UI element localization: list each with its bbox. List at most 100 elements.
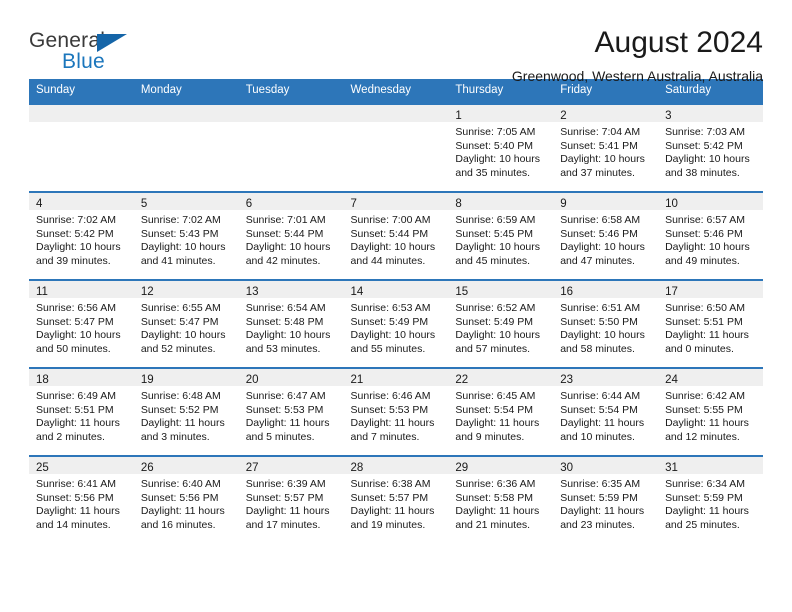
- day-cell-content[interactable]: 13 Sunrise: 6:54 AM Sunset: 5:48 PM Dayligh…: [238, 281, 344, 367]
- day-cell-content[interactable]: 7 Sunrise: 7:00 AM Sunset: 5:44 PM Daylight…: [343, 193, 449, 279]
- daylight-text-line1: Daylight: 10 hours: [140, 241, 226, 254]
- day-number-band: [29, 105, 134, 122]
- day-cell-content[interactable]: 23 Sunrise: 6:44 AM Sunset: 5:54 PM Dayligh…: [553, 369, 659, 455]
- day-cell-content[interactable]: 22 Sunrise: 6:45 AM Sunset: 5:54 PM Dayligh…: [448, 369, 554, 455]
- sunrise-text: Sunrise: 6:56 AM: [36, 302, 116, 314]
- sunrise-text: Sunrise: 6:53 AM: [350, 302, 431, 314]
- daylight-text-line2: and 35 minutes.: [455, 166, 531, 179]
- sunrise-text: Sunrise: 7:01 AM: [245, 214, 326, 226]
- day-cell-content[interactable]: 31 Sunrise: 6:34 AM Sunset: 5:59 PM Dayligh…: [658, 457, 763, 544]
- day-cell-content[interactable]: 29 Sunrise: 6:36 AM Sunset: 5:58 PM Dayligh…: [448, 457, 554, 544]
- daylight-text-line2: and 49 minutes.: [665, 254, 740, 267]
- day-number: 24: [665, 374, 678, 386]
- day-number: 18: [36, 374, 49, 386]
- sunset-text: Sunset: 5:49 PM: [455, 315, 534, 328]
- sunrise-text: Sunrise: 6:38 AM: [350, 478, 431, 490]
- calendar-day-cell: 2 Sunrise: 7:04 AM Sunset: 5:41 PM Daylight…: [553, 103, 659, 192]
- day-details: Sunrise: 6:50 AM Sunset: 5:51 PM Daylight:…: [658, 298, 763, 356]
- sunrise-text: Sunrise: 7:04 AM: [560, 126, 641, 138]
- day-cell-content[interactable]: 3 Sunrise: 7:03 AM Sunset: 5:42 PM Daylight…: [658, 105, 763, 191]
- day-cell-content[interactable]: 9 Sunrise: 6:58 AM Sunset: 5:46 PM Daylight…: [553, 193, 659, 279]
- calendar-day-cell: 7 Sunrise: 7:00 AM Sunset: 5:44 PM Daylight…: [343, 191, 449, 280]
- day-cell-content[interactable]: 8 Sunrise: 6:59 AM Sunset: 5:45 PM Daylight…: [448, 193, 554, 279]
- daylight-text-line1: Daylight: 11 hours: [455, 417, 540, 430]
- day-number: 30: [560, 462, 574, 474]
- daylight-text-line1: Daylight: 11 hours: [245, 417, 330, 430]
- calendar-day-cell: 20 Sunrise: 6:47 AM Sunset: 5:53 PM Dayligh…: [238, 367, 344, 456]
- daylight-text-line2: and 3 minutes.: [140, 430, 210, 443]
- daylight-text-line1: Daylight: 10 hours: [350, 241, 436, 254]
- brand-logo[interactable]: General Blue: [29, 26, 229, 72]
- sunrise-text: Sunrise: 6:51 AM: [560, 302, 641, 314]
- day-cell-content[interactable]: 10 Sunrise: 6:57 AM Sunset: 5:46 PM Dayligh…: [658, 193, 763, 279]
- sunrise-text: Sunrise: 6:55 AM: [140, 302, 221, 314]
- day-number: 4: [36, 198, 43, 210]
- day-details: Sunrise: 6:56 AM Sunset: 5:47 PM Daylight:…: [29, 298, 134, 356]
- day-number-band: 30: [553, 457, 659, 474]
- daylight-text-line1: Daylight: 11 hours: [36, 505, 120, 518]
- day-number-band: 31: [658, 457, 763, 474]
- calendar-day-cell: 5 Sunrise: 7:02 AM Sunset: 5:43 PM Daylight…: [133, 191, 239, 280]
- day-cell-content[interactable]: 14 Sunrise: 6:53 AM Sunset: 5:49 PM Dayligh…: [343, 281, 449, 367]
- calendar-day-cell: 9 Sunrise: 6:58 AM Sunset: 5:46 PM Daylight…: [553, 191, 659, 280]
- sunset-text: Sunset: 5:54 PM: [560, 403, 638, 416]
- day-cell-content[interactable]: 18 Sunrise: 6:49 AM Sunset: 5:51 PM Dayligh…: [29, 369, 134, 455]
- day-details: Sunrise: 6:36 AM Sunset: 5:58 PM Daylight:…: [448, 474, 553, 532]
- sunset-text: Sunset: 5:54 PM: [455, 403, 534, 416]
- day-cell-content[interactable]: 5 Sunrise: 7:02 AM Sunset: 5:43 PM Daylight…: [133, 193, 239, 279]
- daylight-text-line1: Daylight: 10 hours: [140, 329, 226, 342]
- calendar-day-cell: 23 Sunrise: 6:44 AM Sunset: 5:54 PM Dayligh…: [553, 367, 659, 456]
- day-cell-content[interactable]: 12 Sunrise: 6:55 AM Sunset: 5:47 PM Dayligh…: [133, 281, 239, 367]
- sunrise-text: Sunrise: 6:57 AM: [665, 214, 746, 226]
- day-cell-content[interactable]: 26 Sunrise: 6:40 AM Sunset: 5:56 PM Dayligh…: [133, 457, 239, 544]
- day-cell-content[interactable]: 6 Sunrise: 7:01 AM Sunset: 5:44 PM Daylight…: [238, 193, 344, 279]
- day-number: 21: [350, 374, 364, 386]
- day-number-band: 23: [553, 369, 659, 386]
- day-cell-content[interactable]: 24 Sunrise: 6:42 AM Sunset: 5:55 PM Dayligh…: [658, 369, 763, 455]
- day-cell-content[interactable]: 20 Sunrise: 6:47 AM Sunset: 5:53 PM Dayligh…: [238, 369, 344, 455]
- day-cell-content[interactable]: 11 Sunrise: 6:56 AM Sunset: 5:47 PM Dayligh…: [29, 281, 134, 367]
- day-number-band: 19: [133, 369, 239, 386]
- day-cell-content[interactable]: 2 Sunrise: 7:04 AM Sunset: 5:41 PM Daylight…: [553, 105, 659, 191]
- day-details: Sunrise: 6:52 AM Sunset: 5:49 PM Daylight:…: [448, 298, 553, 356]
- daylight-text-line2: and 45 minutes.: [455, 254, 531, 267]
- day-number: 11: [36, 286, 48, 298]
- calendar-week-row: 11 Sunrise: 6:56 AM Sunset: 5:47 PM Dayligh…: [29, 279, 763, 368]
- daylight-text-line2: and 58 minutes.: [560, 342, 635, 355]
- day-cell-content[interactable]: 19 Sunrise: 6:48 AM Sunset: 5:52 PM Dayligh…: [133, 369, 239, 455]
- day-number: 15: [455, 286, 469, 298]
- day-details: Sunrise: 6:39 AM Sunset: 5:57 PM Daylight:…: [239, 474, 344, 532]
- sunset-text: Sunset: 5:52 PM: [140, 403, 219, 416]
- day-cell-content[interactable]: 27 Sunrise: 6:39 AM Sunset: 5:57 PM Dayligh…: [238, 457, 344, 544]
- day-cell-content[interactable]: 16 Sunrise: 6:51 AM Sunset: 5:50 PM Dayligh…: [553, 281, 659, 367]
- day-cell-content[interactable]: 1 Sunrise: 7:05 AM Sunset: 5:40 PM Daylight…: [448, 105, 554, 191]
- day-details: Sunrise: 6:58 AM Sunset: 5:46 PM Daylight:…: [553, 210, 658, 268]
- day-details: Sunrise: 6:53 AM Sunset: 5:49 PM Daylight:…: [344, 298, 449, 356]
- sunrise-text: Sunrise: 7:02 AM: [36, 214, 116, 226]
- day-cell-content[interactable]: 17 Sunrise: 6:50 AM Sunset: 5:51 PM Dayligh…: [658, 281, 763, 367]
- daylight-text-line2: and 37 minutes.: [560, 166, 635, 179]
- day-details: Sunrise: 6:47 AM Sunset: 5:53 PM Daylight:…: [239, 386, 344, 444]
- daylight-text-line2: and 16 minutes.: [140, 518, 216, 531]
- sunrise-text: Sunrise: 6:59 AM: [455, 214, 536, 226]
- sunrise-text: Sunrise: 6:50 AM: [665, 302, 746, 314]
- daylight-text-line1: Daylight: 10 hours: [245, 329, 331, 342]
- day-number: 20: [245, 374, 259, 386]
- day-details: Sunrise: 7:02 AM Sunset: 5:43 PM Daylight:…: [134, 210, 239, 268]
- sunrise-text: Sunrise: 6:41 AM: [36, 478, 116, 490]
- sunset-text: Sunset: 5:51 PM: [665, 315, 743, 328]
- page-header: General Blue August 2024 Greenwood, West…: [29, 0, 763, 84]
- day-cell-content[interactable]: 30 Sunrise: 6:35 AM Sunset: 5:59 PM Dayligh…: [553, 457, 659, 544]
- daylight-text-line1: Daylight: 11 hours: [350, 505, 435, 518]
- daylight-text-line2: and 55 minutes.: [350, 342, 426, 355]
- day-cell-content[interactable]: 25 Sunrise: 6:41 AM Sunset: 5:56 PM Dayligh…: [29, 457, 134, 544]
- day-cell-content[interactable]: 15 Sunrise: 6:52 AM Sunset: 5:49 PM Dayligh…: [448, 281, 554, 367]
- day-cell-content[interactable]: 28 Sunrise: 6:38 AM Sunset: 5:57 PM Dayligh…: [343, 457, 449, 544]
- calendar-day-cell: 28 Sunrise: 6:38 AM Sunset: 5:57 PM Dayligh…: [343, 455, 449, 544]
- day-cell-content[interactable]: 4 Sunrise: 7:02 AM Sunset: 5:42 PM Daylight…: [29, 193, 134, 279]
- daylight-text-line2: and 19 minutes.: [350, 518, 426, 531]
- brand-name-general: General: [29, 29, 106, 52]
- daylight-text-line2: and 39 minutes.: [36, 254, 111, 267]
- sunset-text: Sunset: 5:42 PM: [36, 227, 114, 240]
- day-cell-content[interactable]: 21 Sunrise: 6:46 AM Sunset: 5:53 PM Dayligh…: [343, 369, 449, 455]
